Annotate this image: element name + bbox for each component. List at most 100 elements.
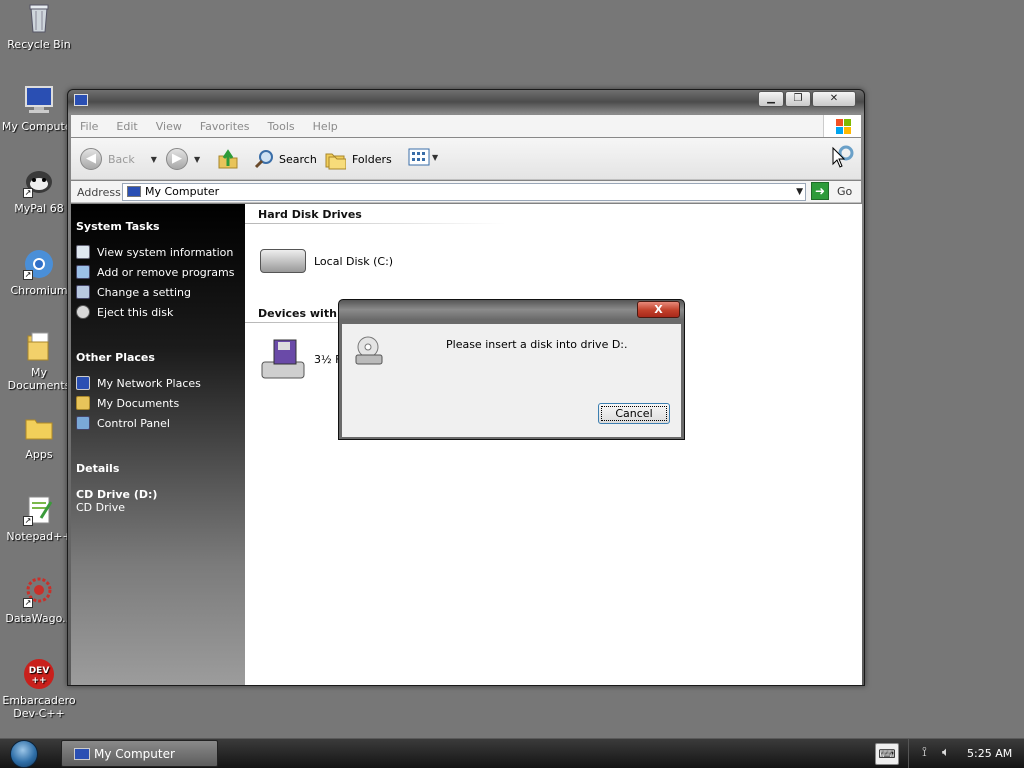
my-computer-icon bbox=[23, 84, 55, 116]
drive-local-disk-c[interactable]: Local Disk (C:) bbox=[260, 249, 393, 273]
menu-bar: File Edit View Favorites Tools Help bbox=[71, 115, 861, 137]
datawagon-icon: ↗ bbox=[23, 576, 55, 608]
group-divider bbox=[245, 223, 505, 224]
place-my-network-places[interactable]: My Network Places bbox=[76, 376, 201, 390]
shortcut-arrow-icon: ↗ bbox=[23, 188, 33, 198]
menu-favorites[interactable]: Favorites bbox=[191, 120, 259, 133]
cancel-button[interactable]: Cancel bbox=[598, 403, 670, 424]
floppy-drive-icon bbox=[260, 338, 306, 380]
chevron-down-icon[interactable]: ▼ bbox=[194, 155, 200, 164]
svg-text:++: ++ bbox=[31, 676, 46, 686]
desktop-icon-label: Embarcadero Dev-C++ bbox=[2, 694, 76, 720]
system-tasks-heading[interactable]: System Tasks bbox=[76, 220, 160, 233]
close-button[interactable]: X bbox=[637, 301, 680, 318]
up-folder-icon bbox=[218, 149, 238, 169]
place-label: Control Panel bbox=[97, 416, 170, 430]
toolbar: ◀ Back ▼ ▶ ▼ Search Folders ▼ bbox=[71, 138, 861, 180]
svg-text:DEV: DEV bbox=[29, 666, 50, 676]
title-bar[interactable]: ▁ ❐ ✕ bbox=[68, 90, 864, 112]
drive-floppy[interactable]: 3½ F bbox=[260, 338, 341, 380]
address-label: Address bbox=[77, 186, 121, 199]
task-eject-disk[interactable]: Eject this disk bbox=[76, 305, 173, 319]
shortcut-arrow-icon: ↗ bbox=[23, 598, 33, 608]
task-change-setting[interactable]: Change a setting bbox=[76, 285, 191, 299]
throbber-icon bbox=[831, 144, 857, 170]
details-name: CD Drive (D:) bbox=[76, 488, 158, 501]
cd-drive-icon bbox=[352, 334, 386, 368]
eject-icon bbox=[76, 305, 90, 319]
group-hard-disk-drives: Hard Disk Drives bbox=[258, 208, 362, 221]
back-arrow-icon: ◀ bbox=[80, 148, 102, 170]
place-label: My Network Places bbox=[97, 376, 201, 390]
back-button[interactable]: ◀ Back ▼ bbox=[80, 148, 157, 170]
other-places-heading[interactable]: Other Places bbox=[76, 351, 155, 364]
folders-label: Folders bbox=[352, 152, 392, 166]
forward-button[interactable]: ▶ ▼ bbox=[166, 148, 200, 170]
hard-disk-icon bbox=[260, 249, 306, 273]
mypal-icon: ↗ bbox=[23, 166, 55, 198]
tray-divider bbox=[908, 739, 909, 768]
views-icon bbox=[408, 148, 430, 166]
chevron-down-icon[interactable]: ▼ bbox=[796, 184, 803, 200]
clock[interactable]: 5:25 AM bbox=[967, 747, 1012, 760]
task-label: View system information bbox=[97, 245, 234, 259]
task-view-system-info[interactable]: View system information bbox=[76, 245, 233, 259]
dialog-message: Please insert a disk into drive D:. bbox=[446, 338, 628, 351]
close-button[interactable]: ✕ bbox=[812, 91, 856, 107]
menu-view[interactable]: View bbox=[147, 120, 191, 133]
insert-disk-dialog: X Please insert a disk into drive D:. Ca… bbox=[338, 299, 685, 440]
notepadpp-icon: ↗ bbox=[23, 494, 55, 526]
chevron-down-icon[interactable]: ▼ bbox=[151, 155, 157, 164]
place-control-panel[interactable]: Control Panel bbox=[76, 416, 170, 430]
place-label: My Documents bbox=[97, 396, 180, 410]
menu-file[interactable]: File bbox=[71, 120, 107, 133]
forward-arrow-icon: ▶ bbox=[166, 148, 188, 170]
search-button[interactable]: Search bbox=[253, 148, 317, 170]
folder-icon bbox=[23, 412, 55, 444]
shortcut-arrow-icon: ↗ bbox=[23, 516, 33, 526]
recycle-bin-icon bbox=[23, 2, 55, 34]
my-computer-icon bbox=[127, 186, 141, 197]
go-button[interactable]: ➜ Go bbox=[811, 182, 852, 200]
up-folder-button[interactable] bbox=[217, 148, 239, 170]
my-computer-icon bbox=[74, 94, 88, 106]
taskbar-item-my-computer[interactable]: My Computer bbox=[61, 740, 218, 767]
search-icon bbox=[254, 150, 273, 169]
task-pane: System Tasks View system information Add… bbox=[71, 204, 245, 685]
chromium-icon: ↗ bbox=[23, 248, 55, 280]
search-label: Search bbox=[279, 152, 317, 166]
back-label: Back bbox=[108, 152, 135, 166]
system-info-icon bbox=[76, 245, 90, 259]
window-controls: ▁ ❐ ✕ bbox=[757, 91, 856, 107]
dialog-body: Please insert a disk into drive D:. Canc… bbox=[342, 324, 681, 437]
menu-help[interactable]: Help bbox=[304, 120, 347, 133]
volume-icon[interactable]: 🔈︎ bbox=[942, 745, 960, 763]
task-add-remove-programs[interactable]: Add or remove programs bbox=[76, 265, 235, 279]
address-input[interactable]: My Computer ▼ bbox=[122, 183, 806, 201]
keyboard-icon[interactable]: ⌨ bbox=[875, 743, 899, 765]
devcpp-icon: DEV ++ bbox=[23, 658, 55, 690]
restore-button[interactable]: ❐ bbox=[785, 91, 811, 107]
address-value: My Computer bbox=[145, 185, 220, 198]
task-label: Add or remove programs bbox=[97, 265, 235, 279]
desktop-icon-recycle-bin[interactable]: Recycle Bin bbox=[0, 2, 78, 51]
my-computer-icon bbox=[74, 747, 90, 760]
windows-logo-icon bbox=[823, 115, 861, 137]
task-label: Change a setting bbox=[97, 285, 191, 299]
views-button[interactable]: ▼ bbox=[408, 148, 438, 166]
taskbar-item-label: My Computer bbox=[94, 746, 175, 761]
details-heading[interactable]: Details bbox=[76, 462, 119, 475]
go-label: Go bbox=[837, 184, 853, 198]
control-panel-icon bbox=[76, 285, 90, 299]
my-documents-icon bbox=[23, 330, 55, 362]
network-tray-icon[interactable]: ⟟ bbox=[922, 745, 940, 763]
minimize-button[interactable]: ▁ bbox=[758, 91, 784, 107]
desktop-icon-label: Recycle Bin bbox=[7, 38, 71, 51]
folders-button[interactable]: Folders bbox=[324, 148, 392, 170]
taskbar: My Computer ⌨ ⟟ 🔈︎ 5:25 AM bbox=[0, 738, 1024, 768]
place-my-documents[interactable]: My Documents bbox=[76, 396, 179, 410]
menu-edit[interactable]: Edit bbox=[107, 120, 146, 133]
content-pane: Hard Disk Drives Local Disk (C:) Devices… bbox=[245, 204, 862, 685]
start-button[interactable] bbox=[5, 739, 43, 768]
menu-tools[interactable]: Tools bbox=[259, 120, 304, 133]
